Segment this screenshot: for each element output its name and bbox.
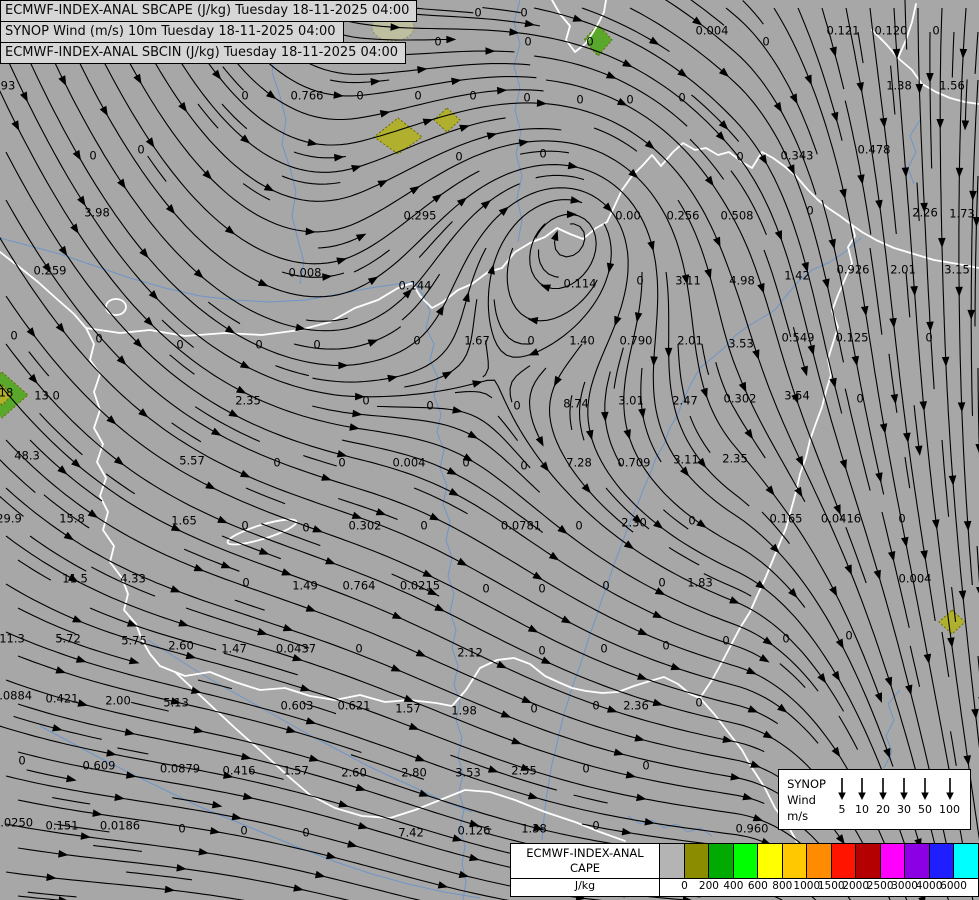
cape-color-cell <box>758 844 783 878</box>
down-arrow-icon <box>945 777 954 800</box>
cape-tick-label: 4000 <box>915 880 943 892</box>
cape-tick-label: 600 <box>747 880 768 892</box>
wind-speed-label: 20 <box>876 802 890 816</box>
title-line-sbcin: ECMWF-INDEX-ANAL SBCIN (J/kg) Tuesday 18… <box>0 42 407 64</box>
wind-speed-label: 10 <box>855 802 869 816</box>
wind-legend-scale: 5 10 20 30 50 100 <box>836 776 960 816</box>
wind-speed-column: 20 <box>876 777 890 816</box>
cape-legend-title-line: ECMWF-INDEX-ANAL <box>526 846 644 861</box>
wind-speed-column: 50 <box>918 777 932 816</box>
cape-color-cell <box>880 844 906 878</box>
cape-tick-label: 6000 <box>940 880 967 892</box>
cape-color-cell <box>733 844 759 878</box>
title-block: ECMWF-INDEX-ANAL SBCAPE (J/kg) Tuesday 1… <box>0 0 418 64</box>
cape-legend: ECMWF-INDEX-ANAL CAPE J/kg 0 200 400 600 800… <box>510 843 979 897</box>
down-arrow-icon <box>879 777 887 800</box>
weather-map-app: 0 0 0 0 0 0.004 0 0.121 0.120 0 93 0 0.766 0 0 0 0 0 0 0 1.3… <box>0 0 979 900</box>
cape-color-cell <box>831 844 857 878</box>
title-line-sbcape: ECMWF-INDEX-ANAL SBCAPE (J/kg) Tuesday 1… <box>0 0 418 22</box>
wind-legend-title: SYNOP Wind m/s <box>787 776 826 824</box>
cape-tick-label: 1500 <box>817 880 845 892</box>
cape-legend-scale: 0 200 400 600 800 1000 1500 2000 2500 3000 4000 600… <box>660 844 978 896</box>
cape-legend-title-line: CAPE <box>569 861 601 875</box>
down-arrow-icon <box>921 777 929 800</box>
down-arrow-icon <box>900 777 908 800</box>
cape-color-cell <box>807 844 832 878</box>
cape-color-cell <box>856 844 881 878</box>
wind-speed-column: 5 <box>836 777 848 816</box>
cape-color-cell <box>709 844 734 878</box>
cape-tick-label: 3000 <box>891 880 918 892</box>
cape-legend-unit: J/kg <box>511 878 659 896</box>
wind-speed-label: 100 <box>939 802 960 816</box>
cape-color-cell <box>929 844 955 878</box>
cape-color-cell <box>782 844 808 878</box>
wind-legend: SYNOP Wind m/s 5 10 20 30 50 100 <box>778 768 971 830</box>
cape-tick-label: 200 <box>698 880 719 892</box>
cape-tick-label: 400 <box>723 880 744 892</box>
wind-speed-column: 30 <box>897 777 911 816</box>
down-arrow-icon <box>838 777 846 800</box>
wind-speed-label: 50 <box>918 802 932 816</box>
cape-color-cell <box>660 844 685 878</box>
cape-tick-label: 0 <box>681 880 688 892</box>
title-line-wind: SYNOP Wind (m/s) 10m Tuesday 18-11-2025 … <box>0 21 344 43</box>
cape-legend-title-box: ECMWF-INDEX-ANAL CAPE J/kg <box>511 844 660 896</box>
wind-speed-label: 30 <box>897 802 911 816</box>
wind-speed-column: 100 <box>939 777 960 816</box>
cape-colorbar <box>660 844 978 878</box>
cape-tick-label: 2000 <box>842 880 870 892</box>
down-arrow-icon <box>858 777 866 800</box>
cape-color-cell <box>905 844 930 878</box>
cape-color-cell <box>954 844 978 878</box>
wind-legend-line: Wind <box>787 792 816 807</box>
map-canvas <box>0 0 979 900</box>
cape-tick-label: 800 <box>772 880 793 892</box>
wind-legend-line: SYNOP <box>787 776 826 791</box>
wind-speed-label: 5 <box>838 802 846 816</box>
wind-speed-column: 10 <box>855 777 869 816</box>
cape-tick-label: 2500 <box>866 880 894 892</box>
cape-color-cell <box>684 844 710 878</box>
cape-colorbar-ticks: 0 200 400 600 800 1000 1500 2000 2500 3000 4000 600… <box>660 878 978 896</box>
wind-legend-line: m/s <box>787 808 809 823</box>
cape-tick-label: 1000 <box>793 880 821 892</box>
